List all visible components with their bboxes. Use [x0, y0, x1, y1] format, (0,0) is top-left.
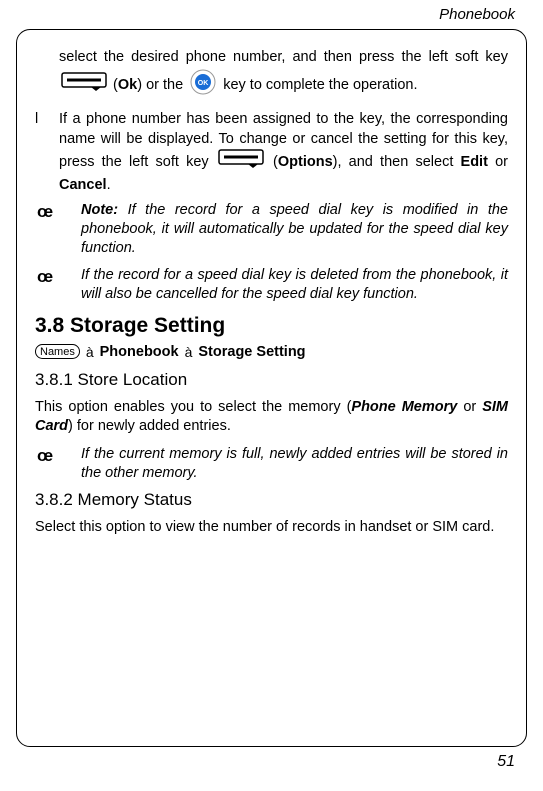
names-button-icon: Names — [35, 344, 80, 359]
note-item: œ Note: If the record for a speed dial k… — [35, 201, 508, 258]
arrow-icon: à — [183, 344, 195, 360]
continuation-paragraph: select the desired phone number, and the… — [35, 48, 508, 102]
phone-memory-label: Phone Memory — [351, 399, 457, 415]
note-marker-icon: œ — [37, 446, 73, 484]
paragraph: Select this option to view the number of… — [35, 518, 508, 538]
left-softkey-icon — [61, 72, 107, 99]
ok-key-icon: OK — [189, 68, 217, 103]
note-text: If the record for a speed dial key is de… — [81, 266, 508, 304]
header-title: Phonebook — [439, 6, 515, 23]
ok-label: Ok — [118, 77, 137, 93]
text: or — [457, 399, 482, 415]
bullet-text: If a phone number has been assigned to t… — [59, 110, 508, 195]
svg-text:OK: OK — [198, 80, 209, 87]
page-header: Phonebook — [0, 0, 543, 23]
arrow-icon: à — [84, 344, 96, 360]
note-marker-icon: œ — [37, 267, 73, 305]
note-text: Note: If the record for a speed dial key… — [81, 201, 508, 258]
text: Names — [40, 346, 75, 358]
text: or — [488, 154, 508, 170]
text: ), and then select — [333, 154, 461, 170]
subsection-heading: 3.8.2 Memory Status — [35, 490, 508, 510]
edit-label: Edit — [461, 154, 488, 170]
nav-storage: Storage Setting — [198, 344, 305, 360]
text: This option enables you to select the me… — [35, 399, 351, 415]
bullet-marker: l — [35, 110, 49, 195]
note-text: If the current memory is full, newly add… — [81, 445, 508, 483]
nav-phonebook: Phonebook — [100, 344, 179, 360]
section-heading: 3.8 Storage Setting — [35, 314, 508, 338]
note-item: œ If the record for a speed dial key is … — [35, 266, 508, 304]
navigation-path: Names à Phonebook à Storage Setting — [35, 344, 508, 360]
subsection-heading: 3.8.1 Store Location — [35, 370, 508, 390]
text: If the record for a speed dial key is mo… — [81, 202, 508, 256]
page-number: 51 — [0, 747, 543, 771]
text: select the desired phone number, and the… — [59, 49, 508, 65]
paragraph: This option enables you to select the me… — [35, 398, 508, 437]
note-marker-icon: œ — [37, 202, 73, 259]
text: key to complete the operation. — [223, 77, 417, 93]
left-softkey-icon — [218, 149, 264, 176]
content-frame: select the desired phone number, and the… — [16, 29, 527, 747]
cancel-label: Cancel — [59, 177, 107, 193]
bullet-item: l If a phone number has been assigned to… — [35, 110, 508, 195]
text: ) for newly added entries. — [68, 418, 231, 434]
page-number-value: 51 — [497, 753, 515, 770]
options-label: Options — [278, 154, 333, 170]
text: ) or the — [137, 77, 187, 93]
note-label: Note: — [81, 202, 118, 218]
text: . — [107, 177, 111, 193]
note-item: œ If the current memory is full, newly a… — [35, 445, 508, 483]
